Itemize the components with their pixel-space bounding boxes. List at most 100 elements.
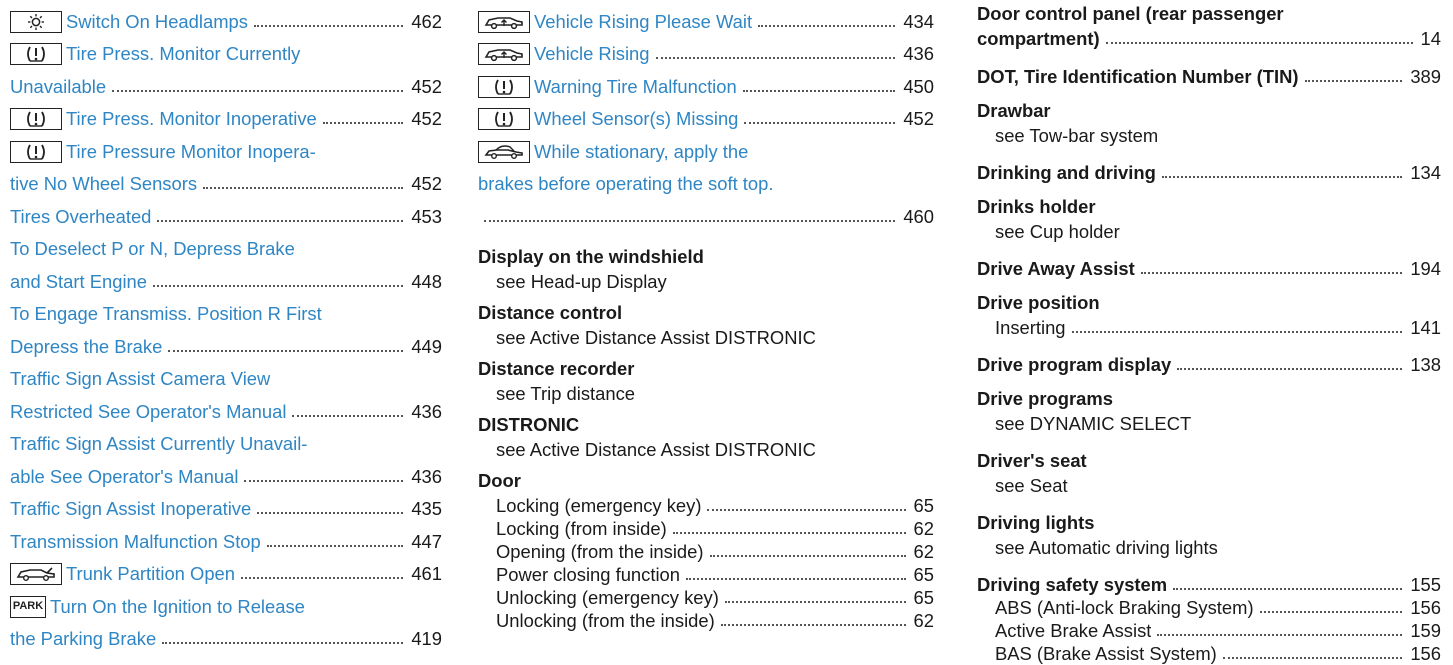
index-entry-message[interactable]: Tire Press. Monitor Currently: [10, 33, 442, 65]
page-number: 460: [903, 205, 934, 227]
index-entry-message[interactable]: Warning Tire Malfunction 450: [478, 65, 934, 98]
message-text: the Parking Brake: [10, 628, 157, 649]
message-text: Restricted See Operator's Manual: [10, 400, 287, 422]
message-text: Depress the Brake: [10, 335, 163, 357]
index-entry[interactable]: Drive Away Assist 194: [977, 243, 1441, 280]
page-number: 65: [913, 494, 934, 516]
index-entry-message[interactable]: Trunk Partition Open 461: [10, 553, 442, 585]
index-entry-message[interactable]: Tires Overheated 453: [10, 195, 442, 228]
entry-heading: compartment): [977, 28, 1100, 49]
index-entry-head: Driving lights: [977, 497, 1441, 534]
index-entry-message[interactable]: Traffic Sign Assist Camera View: [10, 358, 442, 391]
index-entry-message[interactable]: Tire Press. Monitor Inoperative 452: [10, 98, 442, 130]
see-reference[interactable]: see Head-up Display: [478, 268, 934, 293]
index-subentry[interactable]: Unlocking (from the inside) 62: [478, 609, 934, 632]
see-text: see Trip distance: [496, 382, 636, 404]
message-text: Traffic Sign Assist Camera View: [10, 368, 271, 389]
message-text: Vehicle Rising Please Wait: [534, 10, 753, 32]
index-entry-message[interactable]: brakes before operating the soft top.: [478, 163, 934, 196]
entry-heading: Drinking and driving: [977, 162, 1156, 183]
dot-leader: [742, 89, 896, 92]
index-entry-message[interactable]: able See Operator's Manual 436: [10, 455, 442, 488]
dot-leader: [744, 122, 896, 124]
entry-heading: Drive program display: [977, 354, 1172, 375]
page-number: 156: [1410, 643, 1441, 664]
index-subentry[interactable]: Locking (emergency key) 65: [478, 492, 934, 517]
see-reference[interactable]: see Cup holder: [977, 218, 1441, 243]
index-entry-head: Display on the windshield: [478, 228, 934, 268]
index-entry-message[interactable]: 460: [478, 195, 934, 228]
tire-pressure-icon: [10, 108, 62, 130]
index-entry-message[interactable]: To Deselect P or N, Depress Brake: [10, 228, 442, 261]
index-entry-message[interactable]: Vehicle Rising Please Wait 434: [478, 0, 934, 33]
see-reference[interactable]: see Trip distance: [478, 380, 934, 405]
index-entry-message[interactable]: Traffic Sign Assist Currently Unavail-: [10, 423, 442, 456]
index-entry-message[interactable]: Depress the Brake 449: [10, 325, 442, 358]
message-text: brakes before operating the soft top.: [478, 173, 774, 194]
index-entry-message[interactable]: Wheel Sensor(s) Missing 452: [478, 98, 934, 130]
dot-leader: [292, 414, 404, 417]
message-text: Tire Press. Monitor Inoperative: [66, 108, 317, 129]
page-number: 436: [903, 43, 934, 64]
index-entry-message[interactable]: Vehicle Rising 436: [478, 33, 934, 65]
index-entry[interactable]: Driving safety system 155: [977, 559, 1441, 596]
index-entry-message[interactable]: Switch On Headlamps 462: [10, 0, 442, 33]
index-entry-message[interactable]: Tire Pressure Monitor Inopera-: [10, 130, 442, 163]
entry-heading: Distance control: [478, 301, 623, 323]
index-entry[interactable]: compartment) 14: [977, 25, 1441, 50]
see-text: see Tow-bar system: [995, 125, 1159, 146]
see-text: see Seat: [995, 475, 1068, 496]
index-entry-message[interactable]: and Start Engine 448: [10, 260, 442, 293]
see-reference[interactable]: see Tow-bar system: [977, 122, 1441, 147]
see-reference[interactable]: see DYNAMIC SELECT: [977, 410, 1441, 435]
dot-leader: [720, 623, 906, 626]
index-entry-head: Driver's seat: [977, 435, 1441, 472]
index-entry[interactable]: Drinking and driving 134: [977, 147, 1441, 184]
see-text: see Head-up Display: [496, 270, 667, 292]
page-number: 449: [411, 335, 442, 357]
page-number: 434: [903, 10, 934, 32]
index-entry-head: Drive position: [977, 280, 1441, 314]
index-entry-message[interactable]: Unavailable 452: [10, 65, 442, 98]
index-entry-message[interactable]: the Parking Brake 419: [10, 618, 442, 651]
see-reference[interactable]: see Seat: [977, 472, 1441, 497]
index-entry[interactable]: Drive program display 138: [977, 339, 1441, 376]
index-entry-message[interactable]: Transmission Malfunction Stop 447: [10, 520, 442, 553]
page-number: 159: [1410, 620, 1441, 641]
entry-heading: DISTRONIC: [478, 413, 580, 435]
index-subentry[interactable]: BAS (Brake Assist System) 156: [977, 642, 1441, 665]
index-subentry[interactable]: Power closing function 65: [478, 563, 934, 586]
page-number: 65: [913, 586, 934, 608]
index-subentry[interactable]: Active Brake Assist 159: [977, 619, 1441, 642]
page-number: 156: [1410, 597, 1441, 618]
index-entry-message[interactable]: tive No Wheel Sensors 452: [10, 163, 442, 196]
message-text: Wheel Sensor(s) Missing: [534, 108, 739, 129]
index-subentry[interactable]: ABS (Anti-lock Braking System) 156: [977, 596, 1441, 619]
see-reference[interactable]: see Active Distance Assist DISTRONIC: [478, 324, 934, 349]
index-subentry[interactable]: Locking (from inside) 62: [478, 517, 934, 540]
dot-leader: [1140, 272, 1403, 274]
index-column-1: Switch On Headlamps 462 Tire Press. Monito…: [10, 0, 442, 650]
index-entry-message[interactable]: While stationary, apply the: [478, 130, 934, 163]
see-reference[interactable]: see Active Distance Assist DISTRONIC: [478, 436, 934, 461]
see-reference[interactable]: see Automatic driving lights: [977, 534, 1441, 559]
page-number: 450: [903, 75, 934, 97]
index-entry-message[interactable]: To Engage Transmiss. Position R First: [10, 293, 442, 326]
index-subentry[interactable]: Unlocking (emergency key) 65: [478, 586, 934, 609]
headlamp-warning-icon: [10, 10, 62, 33]
message-text: Switch On Headlamps: [66, 10, 248, 32]
message-text: Turn On the Ignition to Release: [50, 595, 305, 617]
index-entry-message[interactable]: Restricted See Operator's Manual 436: [10, 390, 442, 423]
message-text: Traffic Sign Assist Currently Unavail-: [10, 433, 308, 454]
subentry-text: Active Brake Assist: [995, 620, 1152, 641]
index-entry[interactable]: DOT, Tire Identification Number (TIN) 38…: [977, 50, 1441, 88]
index-entry-message[interactable]: PARK Turn On the Ignition to Release: [10, 585, 442, 618]
page-number: 134: [1410, 162, 1441, 183]
index-subentry[interactable]: Opening (from the inside) 62: [478, 540, 934, 563]
dot-leader: [655, 57, 896, 59]
entry-heading: Display on the windshield: [478, 245, 704, 267]
dot-leader: [709, 554, 906, 557]
index-entry-message[interactable]: Traffic Sign Assist Inoperative 435: [10, 488, 442, 521]
page-number: 419: [411, 628, 442, 649]
index-subentry[interactable]: Inserting 141: [977, 314, 1441, 339]
